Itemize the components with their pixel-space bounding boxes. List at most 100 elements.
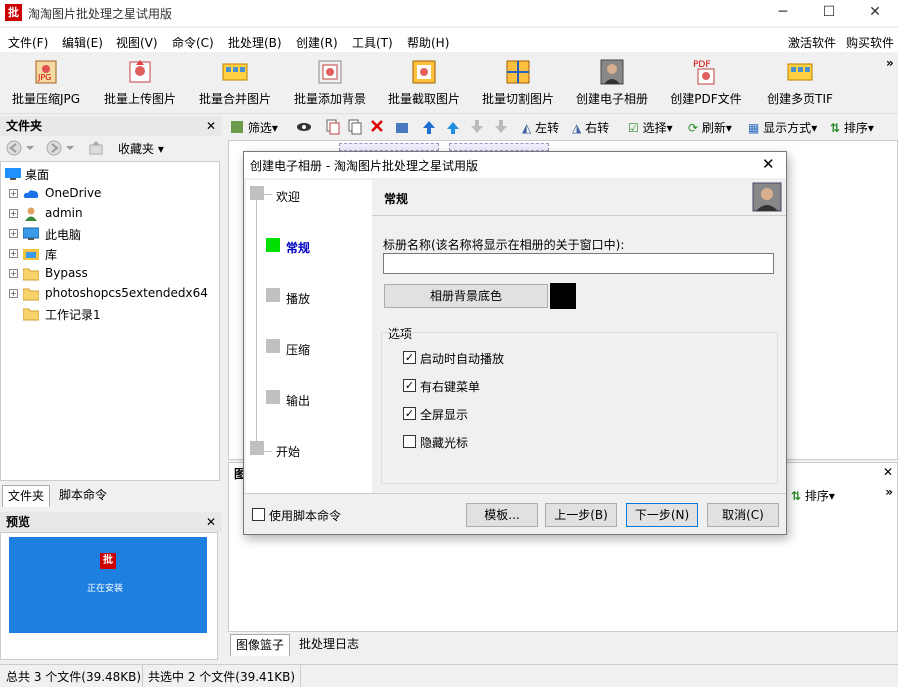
tree-item-library[interactable]: + 库 <box>1 244 219 264</box>
step-playback[interactable]: 播放 <box>286 290 310 307</box>
select-icon: ☑ <box>628 121 639 135</box>
expand-icon[interactable]: + <box>9 189 18 198</box>
minimize-button[interactable]: ─ <box>760 0 806 26</box>
menu-edit[interactable]: 编辑(E) <box>62 34 103 51</box>
copy-icon[interactable] <box>326 119 340 135</box>
tool-crop-image[interactable]: 批量截取图片 <box>384 54 464 112</box>
tree-item-work-log[interactable]: 工作记录1 <box>1 304 219 324</box>
select-button[interactable]: ☑ 选择▾ <box>628 119 673 136</box>
menu-command[interactable]: 命令(C) <box>172 34 214 51</box>
step-marker <box>266 339 280 353</box>
tree-item-bypass[interactable]: + Bypass <box>1 264 219 284</box>
menu-help[interactable]: 帮助(H) <box>407 34 449 51</box>
expand-icon[interactable]: + <box>9 209 18 218</box>
menu-file[interactable]: 文件(F) <box>8 34 48 51</box>
context-menu-checkbox[interactable]: ✓ <box>403 379 416 392</box>
background-color-swatch[interactable] <box>550 283 576 309</box>
cancel-button[interactable]: 取消(C) <box>707 503 779 527</box>
main-toolbar: JPG 批量压缩JPG 批量上传图片 批量合并图片 批量添加背景 批量截取图片 … <box>0 54 898 114</box>
tab-image-basket[interactable]: 图像篮子 <box>230 634 291 656</box>
close-button[interactable]: ✕ <box>852 0 898 26</box>
thumbnail[interactable] <box>449 143 549 151</box>
menu-create[interactable]: 创建(R) <box>296 34 338 51</box>
tree-item-admin[interactable]: + admin <box>1 204 219 224</box>
move-down-icon[interactable] <box>470 119 484 135</box>
move-icon[interactable] <box>394 119 410 135</box>
tree-item-photoshop[interactable]: + photoshopcs5extendedx64 <box>1 284 219 304</box>
next-step-button[interactable]: 下一步(N) <box>626 503 698 527</box>
step-start[interactable]: 开始 <box>276 443 300 460</box>
move-bottom-icon[interactable] <box>494 119 508 135</box>
template-button[interactable]: 模板... <box>466 503 538 527</box>
hide-cursor-checkbox[interactable] <box>403 435 416 448</box>
basket-more-icon[interactable]: » <box>885 485 893 499</box>
tree-item-desktop[interactable]: 桌面 <box>1 164 219 184</box>
album-name-input[interactable] <box>383 253 774 274</box>
move-up-icon[interactable] <box>446 119 460 135</box>
delete-icon[interactable] <box>370 119 384 133</box>
thumbnail[interactable] <box>339 143 439 151</box>
folder-pane-close-icon[interactable]: ✕ <box>206 116 216 136</box>
tree-item-onedrive[interactable]: + OneDrive <box>1 184 219 204</box>
step-compression[interactable]: 压缩 <box>286 341 310 358</box>
fullscreen-checkbox[interactable]: ✓ <box>403 407 416 420</box>
step-output[interactable]: 输出 <box>286 392 310 409</box>
tree-item-this-pc[interactable]: + 此电脑 <box>1 224 219 244</box>
sort-button[interactable]: ⇅ 排序▾ <box>830 119 874 136</box>
up-folder-icon[interactable] <box>88 140 104 156</box>
back-icon[interactable] <box>6 140 36 156</box>
preview-pane-close-icon[interactable]: ✕ <box>206 512 216 532</box>
dialog-close-icon[interactable]: ✕ <box>762 155 775 173</box>
view-mode-button[interactable]: ▦ 显示方式▾ <box>748 119 817 136</box>
svg-text:JPG: JPG <box>37 73 51 82</box>
rotate-right-icon: ◮ <box>572 121 582 135</box>
favorites-menu[interactable]: 收藏夹 ▾ <box>118 140 164 157</box>
use-script-checkbox[interactable] <box>252 508 265 521</box>
step-welcome[interactable]: 欢迎 <box>276 188 300 205</box>
folder-tree[interactable]: 桌面 + OneDrive + admin + 此电脑 + 库 + Bypass… <box>0 161 220 481</box>
tool-create-tif[interactable]: 创建多页TIF <box>762 54 838 112</box>
toolbar-more-icon[interactable]: » <box>886 56 894 70</box>
tool-add-background[interactable]: 批量添加背景 <box>290 54 370 112</box>
move-top-icon[interactable] <box>422 119 436 135</box>
rotate-left-button[interactable]: ◭ 左转 <box>522 119 559 136</box>
basket-sort-button[interactable]: ⇅ 排序▾ <box>791 487 835 504</box>
tab-script-commands[interactable]: 脚本命令 <box>54 485 112 507</box>
tool-compress-jpg[interactable]: JPG 批量压缩JPG <box>8 54 84 112</box>
rotate-right-button[interactable]: ◮ 右转 <box>572 119 609 136</box>
menu-view[interactable]: 视图(V) <box>116 34 158 51</box>
menu-batch[interactable]: 批处理(B) <box>228 34 282 51</box>
tool-upload-image[interactable]: 批量上传图片 <box>100 54 180 112</box>
tool-cut-image[interactable]: 批量切割图片 <box>478 54 558 112</box>
prev-step-button[interactable]: 上一步(B) <box>545 503 617 527</box>
forward-icon[interactable] <box>46 140 76 156</box>
eye-icon[interactable] <box>296 120 312 134</box>
expand-icon[interactable]: + <box>9 249 18 258</box>
background-color-button[interactable]: 相册背景底色 <box>384 284 548 308</box>
menu-tools[interactable]: 工具(T) <box>352 34 393 51</box>
expand-icon[interactable]: + <box>9 229 18 238</box>
step-general[interactable]: 常规 <box>286 239 310 256</box>
desktop-icon <box>5 168 21 180</box>
tab-batch-log[interactable]: 批处理日志 <box>294 634 364 656</box>
maximize-button[interactable]: ☐ <box>806 0 852 26</box>
expand-icon[interactable]: + <box>9 289 18 298</box>
tool-create-pdf[interactable]: PDF 创建PDF文件 <box>668 54 744 112</box>
step-marker <box>250 441 264 455</box>
cut-image-icon <box>506 60 530 84</box>
expand-icon[interactable]: + <box>9 269 18 278</box>
folder-icon <box>23 308 39 321</box>
tool-create-album[interactable]: 创建电子相册 <box>572 54 652 112</box>
refresh-button[interactable]: ⟳ 刷新▾ <box>688 119 732 136</box>
menu-buy[interactable]: 购买软件 <box>846 34 894 51</box>
tab-folders[interactable]: 文件夹 <box>2 485 51 507</box>
basket-close-icon[interactable]: ✕ <box>883 465 893 479</box>
refresh-icon: ⟳ <box>688 121 699 135</box>
tool-merge-image[interactable]: 批量合并图片 <box>196 54 274 112</box>
paste-icon[interactable] <box>348 119 362 135</box>
menu-activate[interactable]: 激活软件 <box>788 34 836 51</box>
autoplay-checkbox[interactable]: ✓ <box>403 351 416 364</box>
upload-image-icon <box>129 60 151 83</box>
album-icon <box>752 182 782 212</box>
filter-button[interactable]: 筛选▾ <box>230 119 278 136</box>
